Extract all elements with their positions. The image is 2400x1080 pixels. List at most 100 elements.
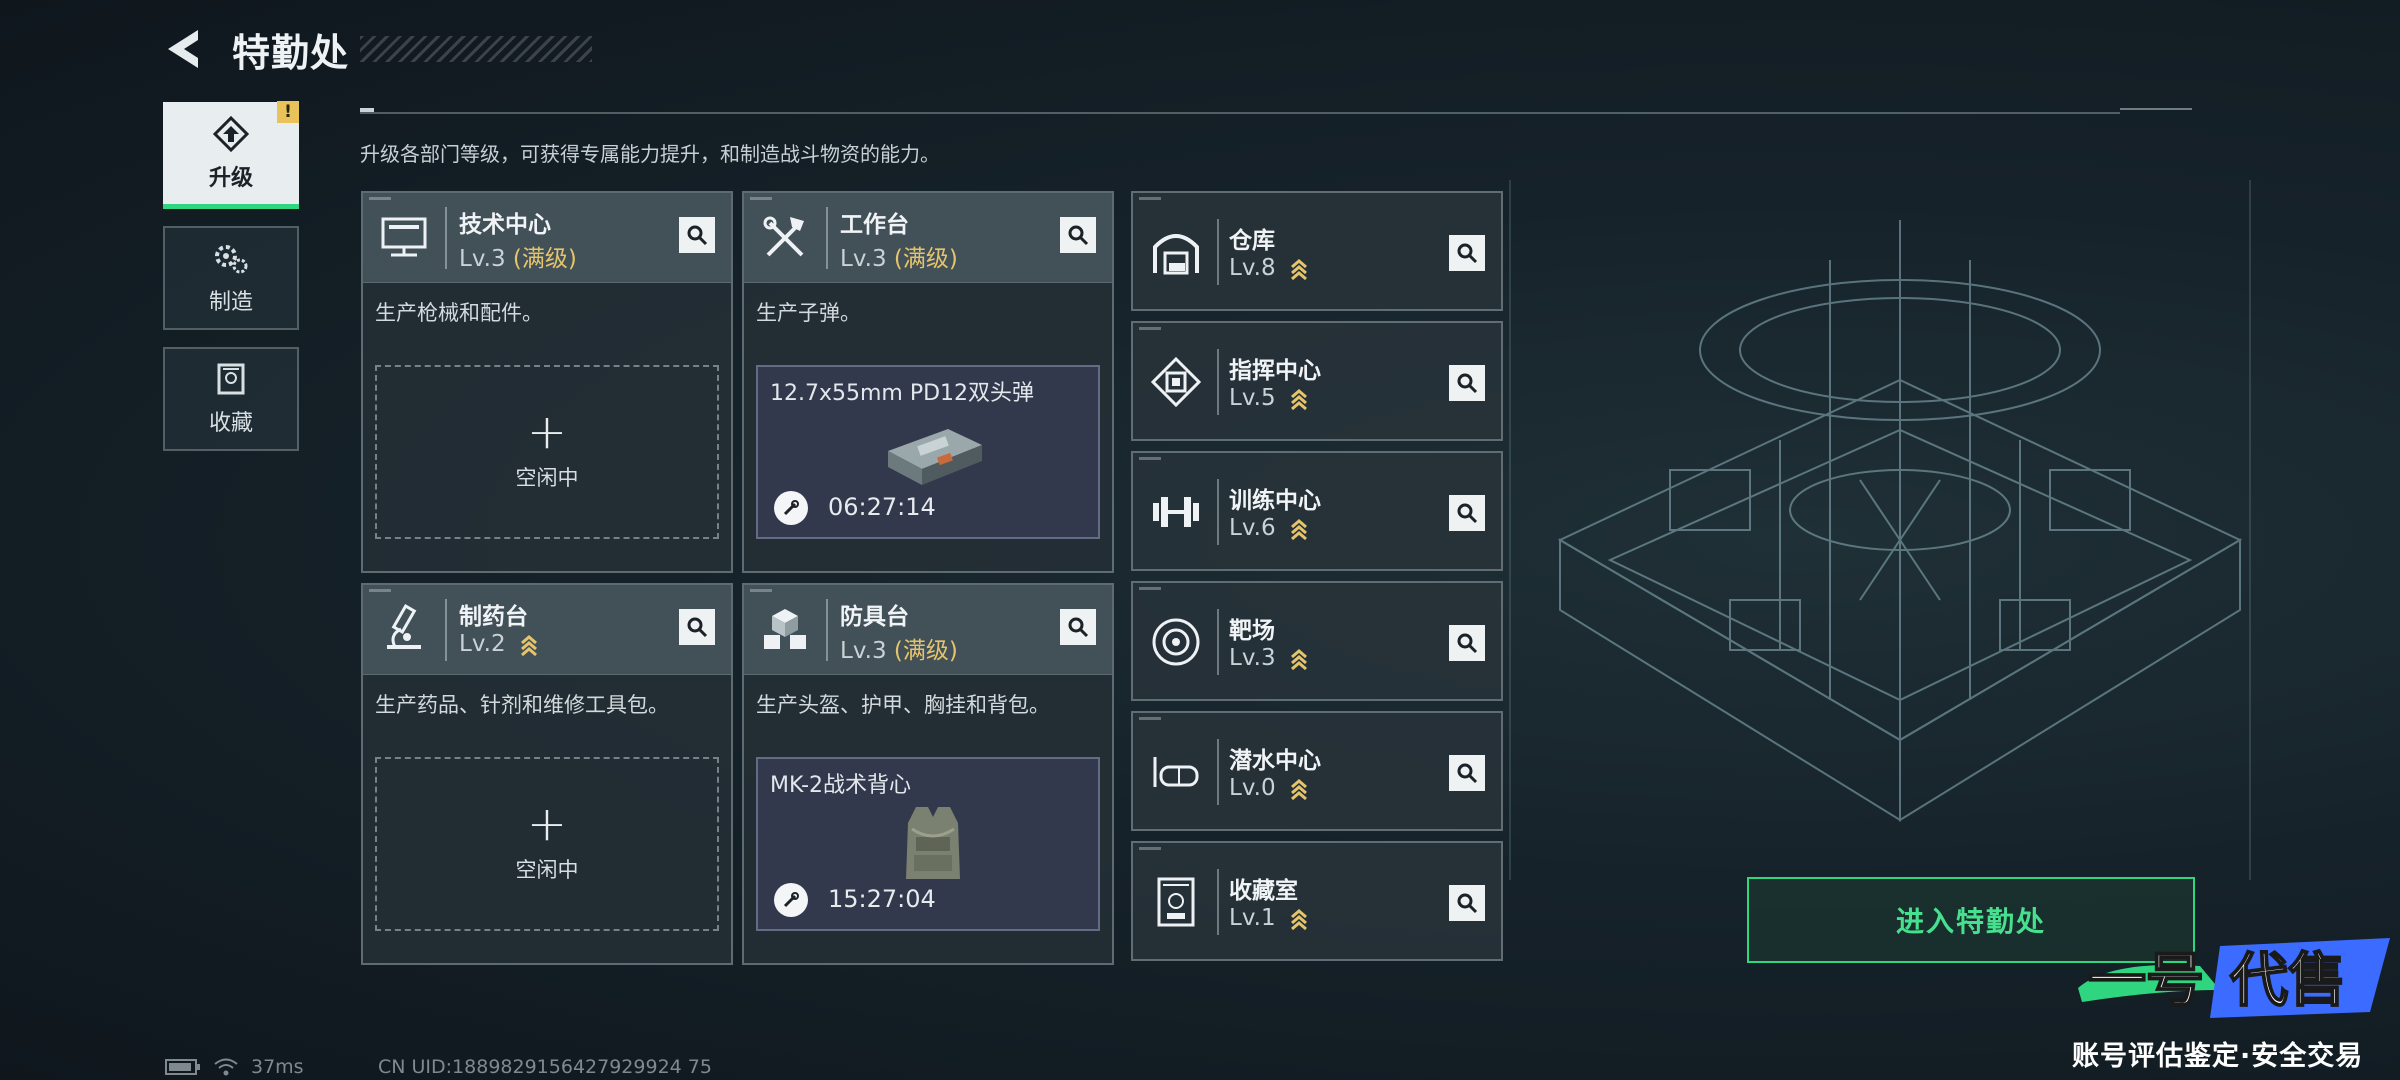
inspect-button[interactable] <box>1449 495 1485 531</box>
svg-text:代售: 代售 <box>2229 946 2346 1014</box>
magnifier-icon <box>1457 893 1478 914</box>
tools-icon <box>763 216 804 257</box>
room-name: 训练中心 <box>1229 488 1321 514</box>
crafting-item-name: 12.7x55mm PD12双头弹 <box>770 381 1035 406</box>
tab-craft[interactable]: 制造 <box>163 226 299 330</box>
watermark: 一号 代售 账号评估鉴定·安全交易 <box>2070 930 2400 1080</box>
crafting-timer: 15:27:04 <box>828 885 936 913</box>
divider-tick <box>360 108 374 112</box>
inspect-button[interactable] <box>679 609 715 645</box>
facility-hologram-art <box>1509 180 2251 880</box>
room-row-shooting-range[interactable]: 靶场 Lv.3 <box>1131 581 1503 701</box>
inspect-button[interactable] <box>1449 755 1485 791</box>
magnifier-icon <box>1068 617 1089 638</box>
dept-name: 防具台 <box>840 604 909 630</box>
room-row-command-center[interactable]: 指挥中心 Lv.5 <box>1131 321 1503 441</box>
upgradable-chevron-icon <box>1290 388 1307 410</box>
computer-icon <box>381 217 427 257</box>
upgradable-chevron-icon <box>1290 778 1307 800</box>
room-level: Lv.6 <box>1229 515 1309 541</box>
ping-value: 37ms <box>251 1056 304 1078</box>
room-name: 指挥中心 <box>1229 358 1321 384</box>
inspect-button[interactable] <box>1449 235 1485 271</box>
back-icon[interactable] <box>160 24 210 74</box>
dept-description: 生产头盔、护甲、胸挂和背包。 <box>756 693 1050 717</box>
inspect-button[interactable] <box>1449 885 1485 921</box>
inspect-button[interactable] <box>679 217 715 253</box>
room-row-training-center[interactable]: 训练中心 Lv.6 <box>1131 451 1503 571</box>
room-name: 潜水中心 <box>1229 748 1321 774</box>
dept-level: Lv.3 (满级) <box>840 638 958 664</box>
room-row-warehouse[interactable]: 仓库 Lv.8 <box>1131 191 1503 311</box>
idle-label: 空闲中 <box>515 466 579 490</box>
upgradable-chevron-icon <box>1290 258 1307 280</box>
warehouse-icon <box>1153 234 1199 275</box>
room-row-dive-center[interactable]: 潜水中心 Lv.0 <box>1131 711 1503 831</box>
room-name: 靶场 <box>1229 618 1275 644</box>
dept-card-pharmacy[interactable]: 制药台 Lv.2 生产药品、针剂和维修工具包。 + 空闲中 <box>361 583 733 965</box>
dept-name: 制药台 <box>459 604 528 630</box>
inspect-button[interactable] <box>1060 217 1096 253</box>
tab-collection[interactable]: 收藏 <box>163 347 299 451</box>
idle-label: 空闲中 <box>515 858 579 882</box>
dept-description: 生产药品、针剂和维修工具包。 <box>375 693 669 717</box>
idle-slot[interactable]: + 空闲中 <box>375 757 719 931</box>
upgrade-icon <box>212 116 250 152</box>
collection-icon <box>217 363 245 395</box>
timer-icon <box>774 883 808 917</box>
magnifier-icon <box>687 225 708 246</box>
magnifier-icon <box>1457 243 1478 264</box>
room-row-collection-room[interactable]: 收藏室 Lv.1 <box>1131 841 1503 961</box>
room-level: Lv.8 <box>1229 255 1309 281</box>
room-level: Lv.5 <box>1229 385 1309 411</box>
tab-craft-label: 制造 <box>208 290 253 315</box>
inspect-button[interactable] <box>1060 609 1096 645</box>
tab-upgrade-label: 升级 <box>208 166 253 191</box>
armor-blocks-icon <box>764 609 806 649</box>
intro-text: 升级各部门等级，可获得专属能力提升，和制造战斗物资的能力。 <box>360 142 940 166</box>
crafting-slot[interactable]: MK-2战术背心 15:27:04 <box>756 757 1100 931</box>
upgradable-chevron-icon <box>1290 518 1307 540</box>
svg-text:一号: 一号 <box>2088 946 2204 1014</box>
battery-icon <box>165 1059 200 1075</box>
tactical-vest-image <box>906 807 960 879</box>
dumbbell-icon <box>1153 497 1199 527</box>
magnifier-icon <box>1457 503 1478 524</box>
dept-description: 生产枪械和配件。 <box>375 301 543 325</box>
max-level-label: (满级) <box>893 638 958 664</box>
watermark-logo: 一号 代售 <box>2078 938 2390 1018</box>
room-level: Lv.3 <box>1229 645 1309 671</box>
crafting-timer: 06:27:14 <box>828 493 936 521</box>
magnifier-icon <box>1457 373 1478 394</box>
ammo-box-image <box>888 429 982 485</box>
dept-level: Lv.2 <box>459 631 539 657</box>
wifi-icon <box>214 1058 238 1076</box>
crafting-slot[interactable]: 12.7x55mm PD12双头弹 06:27:14 <box>756 365 1100 539</box>
dept-description: 生产子弹。 <box>756 301 861 325</box>
dept-card-workbench[interactable]: 工作台 Lv.3 (满级) 生产子弹。 12.7x55mm PD12双头弹 06… <box>742 191 1114 573</box>
room-name: 仓库 <box>1229 228 1275 254</box>
magnifier-icon <box>1457 763 1478 784</box>
gears-icon <box>215 245 248 274</box>
warning-badge: ! <box>277 101 299 123</box>
watermark-tagline: 账号评估鉴定·安全交易 <box>2072 1041 2364 1072</box>
dept-name: 技术中心 <box>459 212 551 238</box>
target-icon <box>1152 618 1200 666</box>
dive-mask-icon <box>1153 757 1199 787</box>
dept-card-armor-bench[interactable]: 防具台 Lv.3 (满级) 生产头盔、护甲、胸挂和背包。 MK-2战术背心 15… <box>742 583 1114 965</box>
upgradable-chevron-icon <box>1290 648 1307 670</box>
idle-slot[interactable]: + 空闲中 <box>375 365 719 539</box>
plus-icon: + <box>526 796 568 852</box>
dept-card-tech-center[interactable]: 技术中心 Lv.3 (满级) 生产枪械和配件。 + 空闲中 <box>361 191 733 573</box>
inspect-button[interactable] <box>1449 365 1485 401</box>
inspect-button[interactable] <box>1449 625 1485 661</box>
status-bar: 37ms <box>165 1056 304 1078</box>
plus-icon: + <box>526 404 568 460</box>
magnifier-icon <box>1457 633 1478 654</box>
room-level: Lv.0 <box>1229 775 1309 801</box>
user-uid: CN UID:1889829156427929924 75 <box>378 1056 712 1078</box>
upgradable-chevron-icon <box>1290 908 1307 930</box>
command-chip-icon <box>1150 356 1202 408</box>
top-divider <box>360 112 2120 114</box>
display-case-icon <box>1157 877 1195 927</box>
